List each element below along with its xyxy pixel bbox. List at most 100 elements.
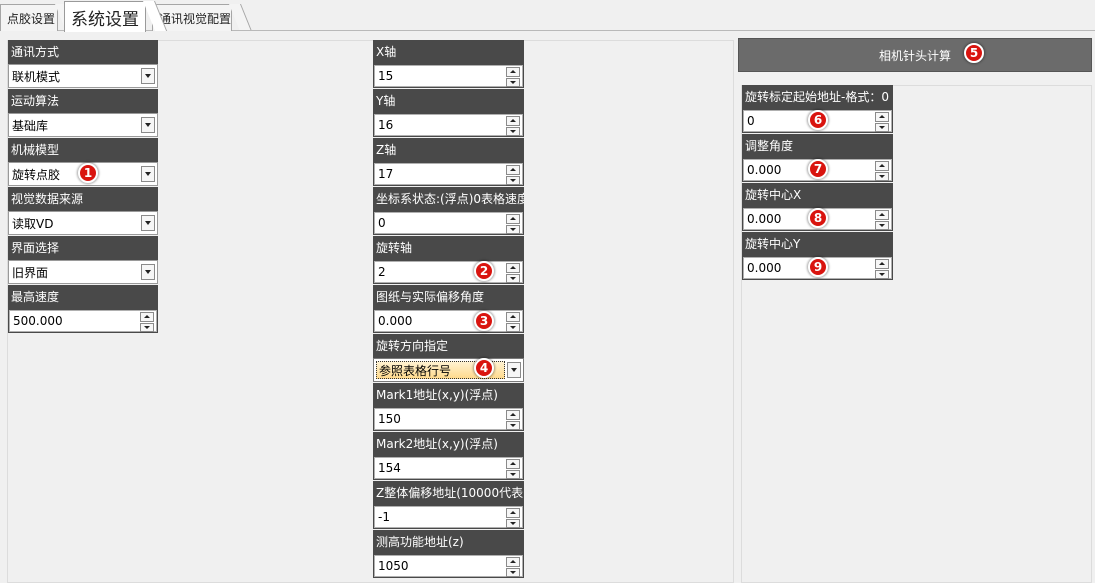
arrow-up-icon[interactable] xyxy=(875,210,889,220)
rotation-center-y-value[interactable]: 0.000 xyxy=(747,258,781,278)
arrow-up-icon[interactable] xyxy=(506,116,520,126)
motion-algorithm-value: 基础库 xyxy=(12,118,49,133)
chevron-down-icon[interactable] xyxy=(141,215,155,231)
arrow-down-icon[interactable] xyxy=(140,322,154,332)
z-axis-value[interactable]: 17 xyxy=(378,164,393,184)
rotation-axis-value[interactable]: 2 xyxy=(378,262,386,282)
arrow-down-icon[interactable] xyxy=(506,224,520,234)
arrow-down-icon[interactable] xyxy=(875,220,889,230)
spinner-buttons[interactable] xyxy=(875,259,889,279)
spinner-buttons[interactable] xyxy=(506,557,520,577)
arrow-down-icon[interactable] xyxy=(506,77,520,87)
vision-data-source-value: 读取VD xyxy=(12,216,54,231)
z-offset-address-spinner[interactable]: -1 xyxy=(373,505,524,529)
mark1-address-value[interactable]: 150 xyxy=(378,409,401,429)
arrow-down-icon[interactable] xyxy=(506,518,520,528)
spinner-buttons[interactable] xyxy=(506,165,520,185)
adjust-angle-value[interactable]: 0.000 xyxy=(747,160,781,180)
drawing-offset-angle-spinner[interactable]: 0.000 xyxy=(373,309,524,333)
arrow-down-icon[interactable] xyxy=(506,567,520,577)
mark1-address-spinner[interactable]: 150 xyxy=(373,407,524,431)
drawing-offset-angle-value[interactable]: 0.000 xyxy=(378,311,412,331)
arrow-down-icon[interactable] xyxy=(506,273,520,283)
spinner-buttons[interactable] xyxy=(875,161,889,181)
arrow-up-icon[interactable] xyxy=(506,508,520,518)
field-label-max-speed: 最高速度 xyxy=(8,285,158,309)
arrow-up-icon[interactable] xyxy=(875,112,889,122)
callout-badge-6: 6 xyxy=(808,110,828,130)
height-measure-address-value[interactable]: 1050 xyxy=(378,556,409,576)
field-label-y-axis: Y轴 xyxy=(373,89,524,113)
y-axis-spinner[interactable]: 16 xyxy=(373,113,524,137)
arrow-up-icon[interactable] xyxy=(506,263,520,273)
max-speed-value[interactable]: 500.000 xyxy=(13,311,63,331)
spinner-buttons[interactable] xyxy=(506,214,520,234)
spinner-buttons[interactable] xyxy=(506,410,520,430)
camera-needle-calc-button[interactable]: 相机针头计算 xyxy=(738,38,1092,72)
field-label-rotation-center-y: 旋转中心Y xyxy=(742,232,893,256)
callout-badge-9: 9 xyxy=(808,257,828,277)
tab-dispensing-settings[interactable]: 点胶设置 xyxy=(0,4,78,31)
spinner-buttons[interactable] xyxy=(875,210,889,230)
chevron-down-icon[interactable] xyxy=(141,264,155,280)
arrow-up-icon[interactable] xyxy=(875,259,889,269)
vision-data-source-dropdown[interactable]: 读取VD xyxy=(8,211,158,235)
arrow-up-icon[interactable] xyxy=(875,161,889,171)
coord-status-spinner[interactable]: 0 xyxy=(373,211,524,235)
arrow-down-icon[interactable] xyxy=(506,469,520,479)
arrow-down-icon[interactable] xyxy=(506,420,520,430)
arrow-up-icon[interactable] xyxy=(506,312,520,322)
rotation-cal-start-address-value[interactable]: 0 xyxy=(747,111,755,131)
max-speed-spinner[interactable]: 500.000 xyxy=(8,309,158,333)
arrow-up-icon[interactable] xyxy=(506,410,520,420)
arrow-up-icon[interactable] xyxy=(506,557,520,567)
chevron-down-icon[interactable] xyxy=(141,68,155,84)
arrow-up-icon[interactable] xyxy=(506,214,520,224)
comm-mode-dropdown[interactable]: 联机模式 xyxy=(8,64,158,88)
x-axis-value[interactable]: 15 xyxy=(378,66,393,86)
height-measure-address-spinner[interactable]: 1050 xyxy=(373,554,524,578)
callout-badge-1: 1 xyxy=(78,163,98,183)
mark2-address-value[interactable]: 154 xyxy=(378,458,401,478)
spinner-buttons[interactable] xyxy=(506,116,520,136)
chevron-down-icon[interactable] xyxy=(141,166,155,182)
arrow-up-icon[interactable] xyxy=(506,67,520,77)
ui-selection-dropdown[interactable]: 旧界面 xyxy=(8,260,158,284)
spinner-buttons[interactable] xyxy=(506,508,520,528)
spinner-buttons[interactable] xyxy=(875,112,889,132)
field-label-adjust-angle: 调整角度 xyxy=(742,134,893,158)
camera-needle-calc-label: 相机针头计算 xyxy=(878,48,951,63)
spinner-buttons[interactable] xyxy=(506,312,520,332)
rotation-axis-spinner[interactable]: 2 xyxy=(373,260,524,284)
tab-system-settings[interactable]: 系统设置 xyxy=(64,1,168,32)
field-label-rotation-axis: 旋转轴 xyxy=(373,236,524,260)
spinner-buttons[interactable] xyxy=(506,67,520,87)
motion-algorithm-dropdown[interactable]: 基础库 xyxy=(8,113,158,137)
z-offset-address-value[interactable]: -1 xyxy=(378,507,390,527)
rotation-direction-dropdown[interactable]: 参照表格行号 xyxy=(373,358,524,382)
mark2-address-spinner[interactable]: 154 xyxy=(373,456,524,480)
arrow-down-icon[interactable] xyxy=(875,269,889,279)
coord-status-value[interactable]: 0 xyxy=(378,213,386,233)
spinner-buttons[interactable] xyxy=(506,263,520,283)
arrow-up-icon[interactable] xyxy=(506,165,520,175)
spinner-buttons[interactable] xyxy=(140,312,154,332)
z-axis-spinner[interactable]: 17 xyxy=(373,162,524,186)
field-label-x-axis: X轴 xyxy=(373,40,524,64)
arrow-down-icon[interactable] xyxy=(506,322,520,332)
chevron-down-icon[interactable] xyxy=(141,117,155,133)
y-axis-value[interactable]: 16 xyxy=(378,115,393,135)
arrow-down-icon[interactable] xyxy=(875,171,889,181)
field-label-rotation-direction: 旋转方向指定 xyxy=(373,334,524,358)
arrow-down-icon[interactable] xyxy=(506,175,520,185)
arrow-down-icon[interactable] xyxy=(506,126,520,136)
arrow-up-icon[interactable] xyxy=(140,312,154,322)
tab-label: 通讯视觉配置 xyxy=(159,11,232,26)
spinner-buttons[interactable] xyxy=(506,459,520,479)
x-axis-spinner[interactable]: 15 xyxy=(373,64,524,88)
tab-label: 点胶设置 xyxy=(7,11,56,26)
arrow-down-icon[interactable] xyxy=(875,122,889,132)
arrow-up-icon[interactable] xyxy=(506,459,520,469)
chevron-down-icon[interactable] xyxy=(507,362,521,378)
rotation-center-x-value[interactable]: 0.000 xyxy=(747,209,781,229)
